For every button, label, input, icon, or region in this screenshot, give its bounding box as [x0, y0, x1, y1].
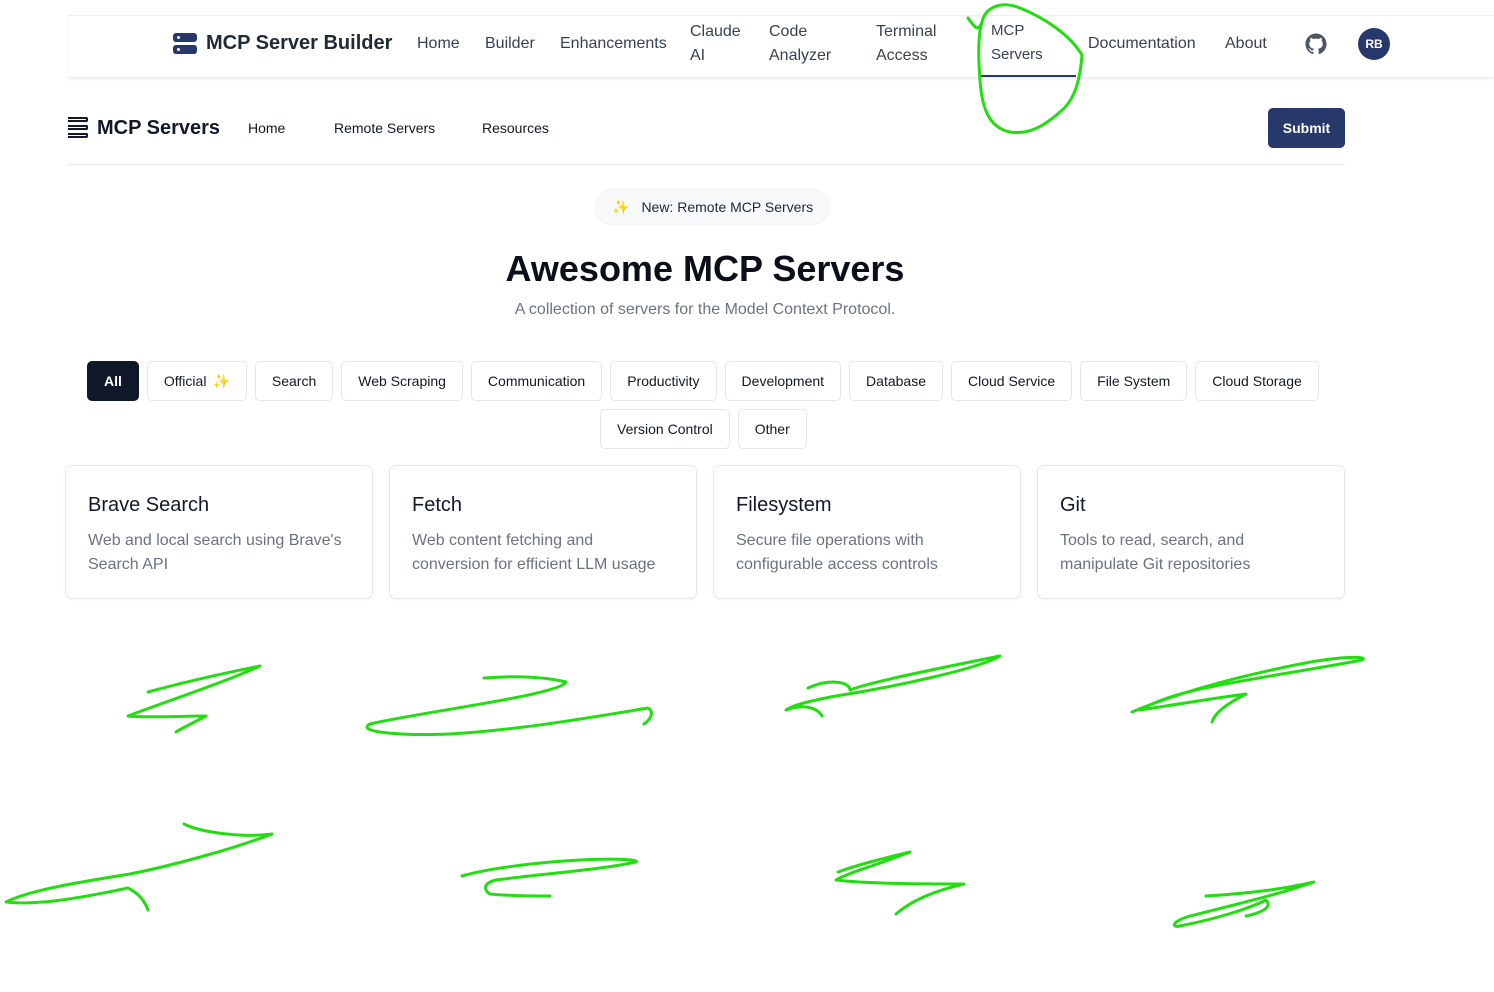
server-card-git[interactable]: Git Tools to read, search, and manipulat… — [1037, 465, 1345, 599]
new-feature-badge[interactable]: ✨ New: Remote MCP Servers — [595, 189, 831, 225]
mcp-servers-header: MCP Servers Home Remote Servers Resource… — [68, 98, 1345, 165]
nav-documentation[interactable]: Documentation — [1088, 32, 1196, 56]
sparkle-icon: ✨ — [212, 372, 230, 389]
nav-builder[interactable]: Builder — [485, 32, 535, 56]
server-card-brave-search[interactable]: Brave Search Web and local search using … — [65, 465, 373, 599]
card-description: Web content fetching and conversion for … — [412, 532, 656, 573]
card-title: Brave Search — [88, 494, 210, 516]
submit-button[interactable]: Submit — [1268, 108, 1345, 148]
category-filters: All Official ✨ Search Web Scraping Commu… — [87, 361, 1319, 401]
nav-code-analyzer[interactable]: Code Analyzer — [769, 20, 831, 68]
filter-file-system[interactable]: File System — [1080, 361, 1188, 401]
active-tab-indicator — [980, 75, 1076, 77]
page-subtitle: A collection of servers for the Model Co… — [514, 301, 896, 318]
annotation-scribble — [1130, 655, 1365, 724]
server-card-filesystem[interactable]: Filesystem Secure file operations with c… — [713, 465, 1021, 599]
annotation-scribble — [4, 822, 274, 912]
filter-cloud-service[interactable]: Cloud Service — [950, 361, 1073, 401]
subnav-home[interactable]: Home — [248, 120, 285, 136]
card-title: Fetch — [412, 494, 463, 516]
nav-about[interactable]: About — [1225, 32, 1267, 56]
nav-terminal-access[interactable]: Terminal Access — [876, 20, 936, 68]
nav-enhancements[interactable]: Enhancements — [560, 32, 667, 56]
annotation-scribble — [834, 850, 966, 916]
section-title[interactable]: MCP Servers — [97, 117, 220, 140]
card-description: Web and local search using Brave's Searc… — [88, 532, 342, 573]
server-card-fetch[interactable]: Fetch Web content fetching and conversio… — [389, 465, 697, 599]
nav-claude-ai[interactable]: Claude AI — [690, 20, 741, 68]
card-title: Filesystem — [736, 494, 832, 516]
annotation-scribble — [460, 857, 638, 898]
annotation-scribble — [784, 654, 1002, 718]
filter-official[interactable]: Official ✨ — [146, 361, 247, 401]
server-stack-icon — [68, 117, 88, 139]
top-navbar: MCP Server Builder Home Builder Enhancem… — [68, 15, 1494, 77]
filter-official-label: Official — [163, 373, 207, 389]
filter-web-scraping[interactable]: Web Scraping — [341, 361, 463, 401]
user-avatar[interactable]: RB — [1358, 28, 1390, 60]
filter-version-control[interactable]: Version Control — [600, 409, 730, 449]
server-icon — [173, 32, 197, 55]
filter-development[interactable]: Development — [724, 361, 842, 401]
filter-other[interactable]: Other — [737, 409, 807, 449]
filter-communication[interactable]: Communication — [470, 361, 603, 401]
sparkle-icon: ✨ — [612, 198, 630, 215]
card-title: Git — [1060, 494, 1086, 516]
nav-mcp-servers[interactable]: MCP Servers — [991, 19, 1043, 67]
card-description: Tools to read, search, and manipulate Gi… — [1060, 532, 1251, 573]
annotation-scribble — [1172, 880, 1316, 928]
subnav-remote-servers[interactable]: Remote Servers — [334, 120, 435, 136]
filter-search[interactable]: Search — [254, 361, 334, 401]
filter-database[interactable]: Database — [849, 361, 943, 401]
page-title: Awesome MCP Servers — [505, 248, 905, 289]
annotation-scribble — [365, 675, 653, 737]
filter-cloud-storage[interactable]: Cloud Storage — [1195, 361, 1319, 401]
nav-home[interactable]: Home — [417, 32, 460, 56]
github-icon[interactable] — [1305, 33, 1327, 55]
brand-title: MCP Server Builder — [206, 32, 393, 54]
card-description: Secure file operations with configurable… — [736, 532, 938, 573]
badge-label: New: Remote MCP Servers — [641, 199, 814, 215]
category-filters-row2: Version Control Other — [600, 409, 807, 449]
subnav-resources[interactable]: Resources — [482, 120, 549, 136]
filter-all[interactable]: All — [87, 361, 139, 401]
filter-productivity[interactable]: Productivity — [610, 361, 717, 401]
annotation-scribble — [126, 664, 262, 734]
brand-logo[interactable]: MCP Server Builder — [173, 32, 392, 55]
